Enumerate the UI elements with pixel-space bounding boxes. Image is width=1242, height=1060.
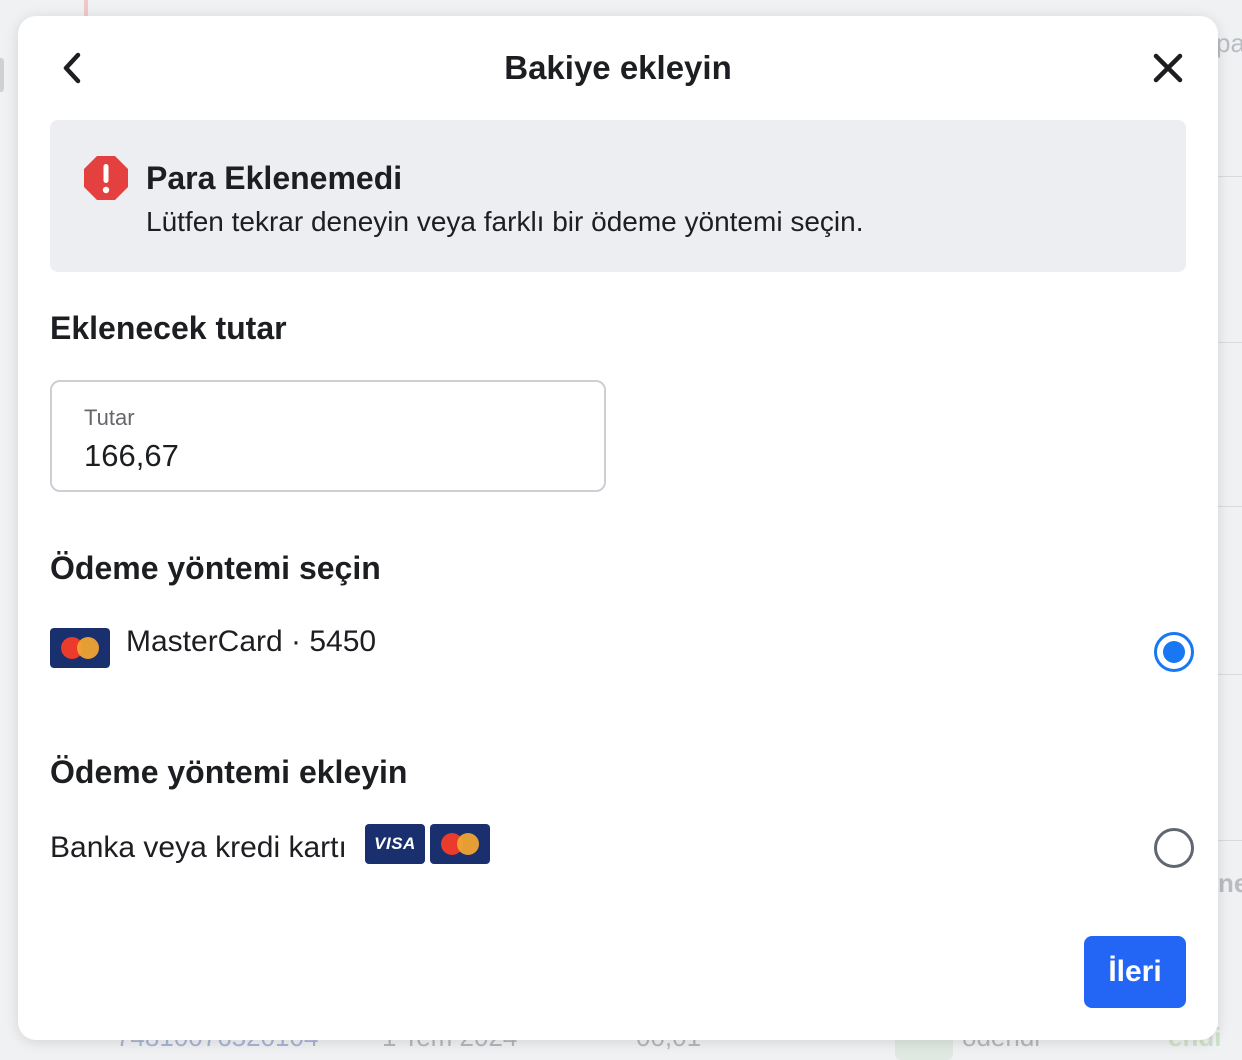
add-payment-method-heading: Ödeme yöntemi ekleyin bbox=[50, 754, 408, 790]
next-button[interactable]: İleri bbox=[1084, 936, 1186, 1008]
background-edge-text: ne bbox=[1218, 868, 1242, 898]
dialog-title: Bakiye ekleyin bbox=[504, 49, 732, 86]
amount-input[interactable]: Tutar 166,67 bbox=[50, 380, 606, 492]
add-balance-dialog: Bakiye ekleyin Para Eklenemedi Lütfen te… bbox=[18, 16, 1218, 1040]
close-button[interactable] bbox=[1146, 46, 1190, 90]
add-card-option-label: Banka veya kredi kartı bbox=[50, 831, 347, 864]
error-message: Lütfen tekrar deneyin veya farklı bir öd… bbox=[146, 206, 864, 237]
error-banner: Para Eklenemedi Lütfen tekrar deneyin ve… bbox=[50, 120, 1186, 272]
background-accent-line bbox=[84, 0, 88, 16]
payment-method-heading: Ödeme yöntemi seçin bbox=[50, 550, 381, 586]
background-divider bbox=[1218, 674, 1242, 675]
mastercard-icon bbox=[50, 628, 110, 668]
payment-option-radio-selected[interactable] bbox=[1154, 632, 1194, 672]
error-octagon-icon bbox=[84, 156, 128, 200]
amount-field-value[interactable]: 166,67 bbox=[84, 437, 179, 475]
background-divider bbox=[1218, 342, 1242, 343]
close-icon bbox=[1153, 53, 1183, 83]
mastercard-icon bbox=[430, 824, 490, 864]
background-edge-text: pa bbox=[1216, 28, 1242, 58]
amount-heading: Eklenecek tutar bbox=[50, 310, 287, 346]
add-card-option-radio[interactable] bbox=[1154, 828, 1194, 868]
amount-field-label: Tutar bbox=[84, 405, 135, 430]
background-divider bbox=[1218, 176, 1242, 177]
background-tab bbox=[0, 58, 4, 92]
error-title: Para Eklenemedi bbox=[146, 160, 403, 196]
payment-option-label: MasterCard · 5450 bbox=[126, 625, 377, 658]
background-divider bbox=[1218, 840, 1242, 841]
visa-icon: VISA bbox=[365, 824, 425, 864]
radio-dot bbox=[1163, 641, 1185, 663]
visa-logo-text: VISA bbox=[374, 834, 416, 853]
background-divider bbox=[1218, 506, 1242, 507]
